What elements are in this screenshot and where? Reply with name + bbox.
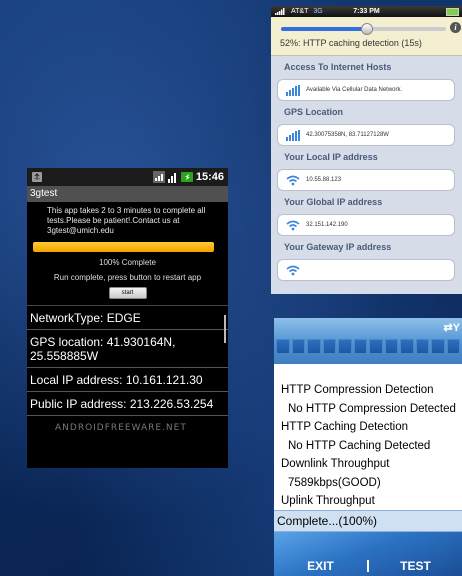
- winmobile-screen: ⇄Y HTTP Compression Detection No HTTP Co…: [274, 318, 462, 576]
- iphone-screen: AT&T 3G 7:33 PM i 52%: HTTP caching dete…: [271, 6, 462, 294]
- progress-status-text: 52%: HTTP caching detection (15s): [280, 38, 422, 48]
- list-item: No HTTP Compression Detected: [288, 402, 456, 415]
- wifi-icon: [286, 175, 300, 185]
- android-results-list[interactable]: NetworkType: EDGE GPS location: 41.93016…: [27, 305, 228, 416]
- info-icon[interactable]: i: [450, 22, 461, 33]
- card-gps-location: 42.30075358N, 83.71127128W: [277, 124, 455, 146]
- list-item: Downlink Throughput: [281, 458, 390, 470]
- list-item: Uplink Throughput: [281, 495, 375, 507]
- section-global-ip: Your Global IP address: [284, 197, 383, 207]
- signal-bars-icon: [286, 84, 300, 96]
- iphone-battery-icon: [446, 8, 459, 16]
- iphone-status-bar: AT&T 3G 7:33 PM: [271, 6, 462, 17]
- watermark: ANDROIDFREEWARE.NET: [55, 423, 187, 433]
- start-button[interactable]: start: [108, 287, 147, 299]
- list-item: 7589kbps(GOOD): [288, 476, 381, 489]
- android-screen: 15:46 3gtest This app takes 2 to 3 minut…: [27, 168, 228, 468]
- wifi-icon: [286, 265, 300, 275]
- list-item: No HTTP Caching Detected: [288, 439, 431, 452]
- section-gps-location: GPS Location: [284, 107, 344, 117]
- iphone-progress-header: i 52%: HTTP caching detection (15s): [271, 17, 462, 56]
- result-gps-location: GPS location: 41.930164N, 25.558885W: [27, 330, 228, 368]
- progress-segments: [276, 339, 460, 354]
- android-scrollbar[interactable]: [224, 315, 226, 343]
- winmobile-status-text: Complete...(100%): [274, 510, 462, 532]
- android-status-bar: 15:46: [27, 168, 228, 186]
- list-item: HTTP Compression Detection: [281, 384, 434, 396]
- android-app-title: 3gtest: [27, 186, 228, 202]
- slider-knob[interactable]: [361, 23, 373, 35]
- card-internet-hosts: Available Via Cellular Data Network.: [277, 79, 455, 101]
- list-item: HTTP Caching Detection: [281, 421, 408, 433]
- battery-icon: [180, 172, 193, 182]
- section-internet-hosts: Access To Internet Hosts: [284, 62, 392, 72]
- winmobile-title-bar: ⇄Y: [274, 318, 462, 364]
- android-info-message: This app takes 2 to 3 minutes to complet…: [47, 206, 206, 235]
- signal-bars-icon: [286, 129, 300, 141]
- section-local-ip: Your Local IP address: [284, 152, 378, 162]
- result-public-ip: Public IP address: 213.226.53.254: [27, 392, 228, 416]
- signal-icon: [152, 171, 165, 183]
- section-gateway-ip: Your Gateway IP address: [284, 242, 392, 252]
- android-run-text: Run complete, press button to restart ap…: [53, 273, 202, 282]
- android-complete-text: 100% Complete: [99, 258, 156, 267]
- android-progress-bar: [33, 242, 214, 252]
- softkey-row: EXIT TEST: [274, 556, 462, 576]
- exit-softkey[interactable]: EXIT: [274, 559, 367, 573]
- android-clock: 15:46: [195, 171, 224, 183]
- usb-icon: [32, 172, 42, 182]
- connection-signal-icon: ⇄Y: [443, 322, 460, 334]
- test-softkey[interactable]: TEST: [369, 559, 462, 573]
- wifi-icon: [286, 220, 300, 230]
- result-local-ip: Local IP address: 10.161.121.30: [27, 368, 228, 392]
- result-network-type: NetworkType: EDGE: [27, 306, 228, 330]
- card-global-ip: 32.151.142.190: [277, 214, 455, 236]
- card-gateway-ip: [277, 259, 455, 281]
- card-local-ip: 10.55.88.123: [277, 169, 455, 191]
- iphone-clock: 7:33 PM: [353, 8, 380, 15]
- network-bars-icon: [167, 173, 176, 183]
- winmobile-results-list: HTTP Compression Detection No HTTP Compr…: [274, 364, 462, 511]
